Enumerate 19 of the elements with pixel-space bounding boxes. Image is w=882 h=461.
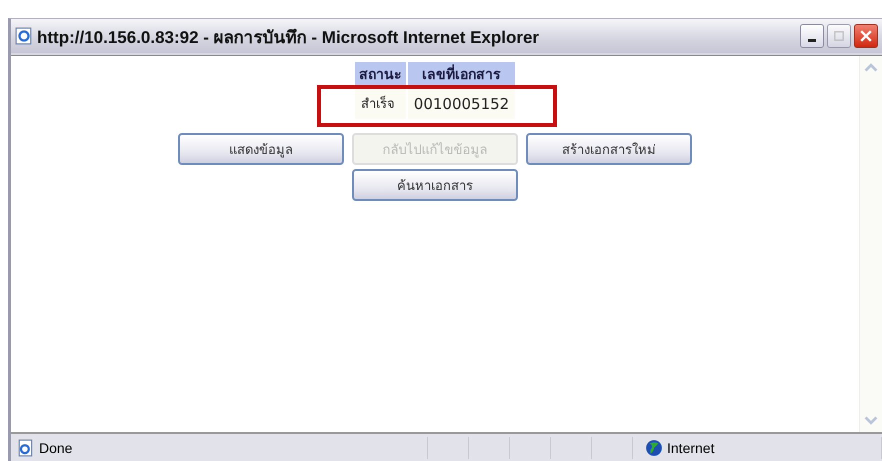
status-text: Done [39,440,72,456]
action-button[interactable]: สร้างเอกสารใหม่ [526,133,692,165]
column-header: เลขที่เอกสาร [408,62,516,86]
page-icon [15,27,33,45]
zone-text: Internet [667,440,714,456]
window-title: http://10.156.0.83:92 - ผลการบันทึก - Microsoft Internet Explorer [37,26,540,48]
table-cell: สำเร็จ [354,88,406,119]
table-cell: 0010005152 [408,88,516,119]
close-icon [858,28,874,44]
close-button[interactable] [854,24,878,48]
minimize-button[interactable] [800,24,824,48]
column-header: สถานะ [354,62,406,86]
action-button[interactable]: ค้นหาเอกสาร [352,169,518,201]
page-icon [17,439,35,457]
action-button[interactable]: แสดงข้อมูล [178,133,344,165]
maximize-icon [832,29,846,43]
minimize-icon [808,39,816,42]
globe-icon [645,439,663,457]
scrollbar[interactable] [859,56,882,432]
